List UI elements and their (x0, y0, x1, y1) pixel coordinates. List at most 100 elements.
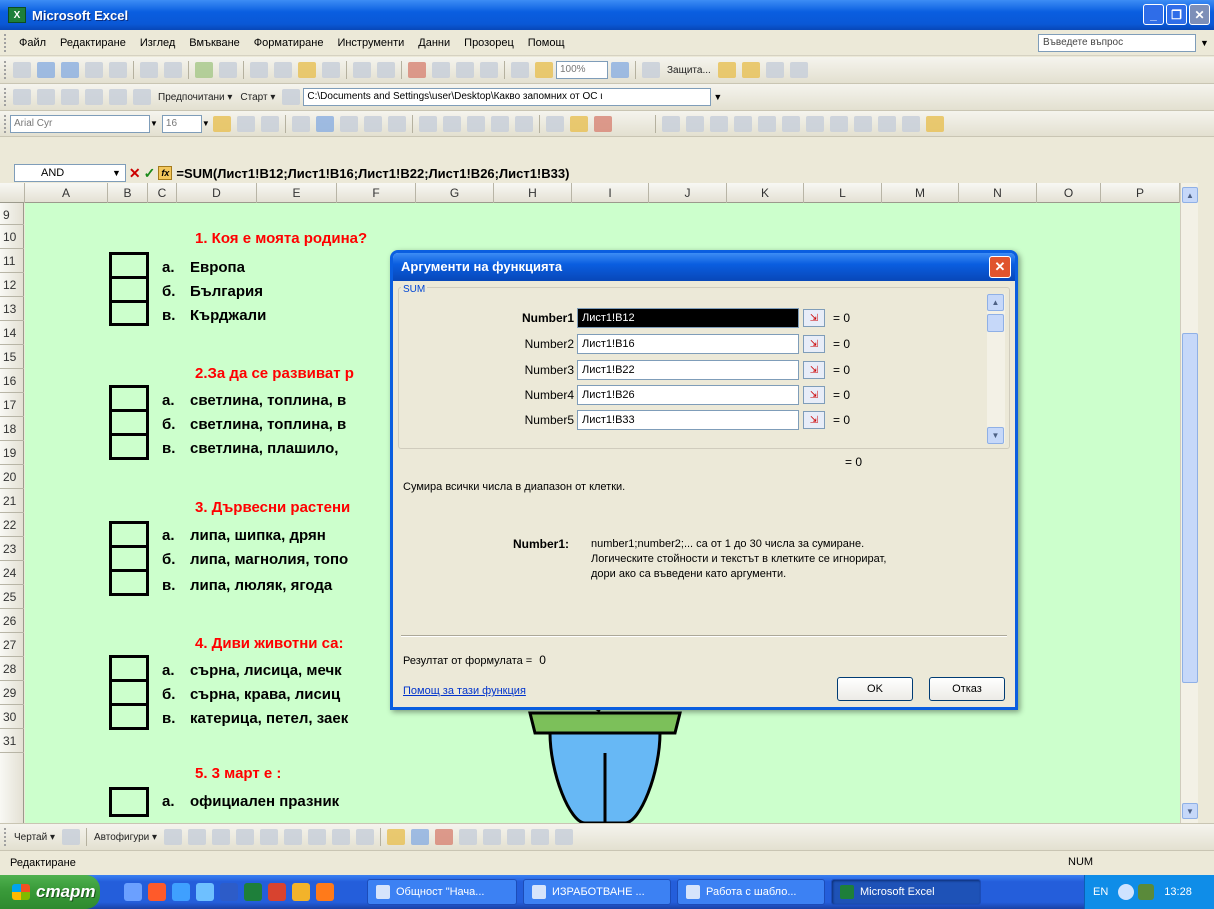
row-header[interactable]: 21 (0, 489, 24, 513)
menu-format[interactable]: Форматиране (247, 37, 331, 49)
answer-text[interactable]: България (190, 283, 263, 300)
new-icon[interactable] (13, 62, 31, 78)
question-title[interactable]: 5. 3 март е : (195, 765, 281, 782)
row-header[interactable]: 26 (0, 609, 24, 633)
row-header[interactable]: 28 (0, 657, 24, 681)
search-web-icon[interactable] (133, 89, 151, 105)
align-left-icon[interactable] (291, 115, 310, 132)
rectangle-icon[interactable] (212, 829, 231, 845)
textbox-icon[interactable] (260, 829, 279, 845)
row-header[interactable]: 22 (0, 513, 24, 537)
currency-icon[interactable] (418, 115, 437, 132)
answer-box[interactable] (109, 300, 149, 326)
word-icon[interactable] (220, 883, 238, 901)
menu-tools[interactable]: Инструменти (330, 37, 411, 49)
close-icon[interactable]: ✕ (989, 256, 1011, 278)
3d-icon[interactable] (555, 829, 574, 845)
argument-input[interactable]: Лист1!B22 (577, 360, 799, 380)
enter-icon[interactable]: ✓ (144, 165, 156, 182)
line-style-icon[interactable] (459, 829, 478, 845)
clock[interactable]: 13:28 (1164, 886, 1192, 898)
insert-function-icon[interactable]: fx (158, 166, 173, 180)
dialog-title[interactable]: Аргументи на функцията (393, 253, 1015, 281)
quicklaunch-icon[interactable] (148, 883, 166, 901)
row-header[interactable]: 13 (0, 297, 24, 321)
minimize-button[interactable]: _ (1143, 4, 1164, 25)
row-header[interactable]: 10 (0, 225, 24, 249)
menu-window[interactable]: Прозорец (457, 37, 521, 49)
taskbar-button[interactable]: ИЗРАБОТВАНЕ ... (523, 879, 671, 905)
answer-box[interactable] (109, 276, 149, 303)
column-header[interactable]: A (25, 183, 108, 203)
column-header[interactable]: O (1037, 183, 1101, 203)
draw-menu[interactable]: Чертай ▾ (10, 832, 59, 843)
percent-icon[interactable] (442, 115, 461, 132)
paste-icon[interactable] (298, 62, 316, 78)
ok-button[interactable]: OK (837, 677, 913, 701)
font-size-select[interactable]: 16 (161, 114, 202, 133)
answer-text[interactable]: светлина, плашило, (190, 440, 338, 457)
powerpoint-icon[interactable] (268, 883, 286, 901)
protect-label[interactable]: Защита... (663, 65, 715, 76)
collapse-dialog-icon[interactable]: ⇲ (803, 309, 825, 327)
column-header[interactable]: D (177, 183, 257, 203)
play-icon[interactable] (642, 62, 660, 78)
go-menu[interactable]: Старт ▾ (236, 92, 279, 103)
format-painter-icon[interactable] (322, 62, 340, 78)
answer-text[interactable]: светлина, топлина, в (190, 392, 346, 409)
list-icon[interactable] (781, 115, 800, 132)
merge-center-icon[interactable] (363, 115, 382, 132)
properties-icon[interactable] (925, 115, 944, 132)
taskbar-button-active[interactable]: Microsoft Excel (831, 879, 981, 905)
drawing-icon[interactable] (535, 62, 553, 78)
menu-view[interactable]: Изглед (133, 37, 182, 49)
align-center-icon[interactable] (315, 115, 334, 132)
row-header[interactable]: 29 (0, 681, 24, 705)
zoom-select[interactable]: 100% (556, 61, 608, 79)
line-color-icon[interactable] (411, 829, 430, 845)
collapse-dialog-icon[interactable]: ⇲ (803, 411, 825, 429)
shadow-icon[interactable] (531, 829, 550, 845)
underline-icon[interactable] (260, 115, 279, 132)
argument-input[interactable]: Лист1!B12 (577, 308, 799, 328)
question-title[interactable]: 2.За да се развиват р (195, 365, 354, 382)
quicklaunch-icon[interactable] (124, 883, 142, 901)
row-header[interactable]: 30 (0, 705, 24, 729)
column-header[interactable]: P (1101, 183, 1180, 203)
answer-text[interactable]: липа, шипка, дрян (190, 527, 326, 544)
fill-color-icon[interactable] (387, 829, 406, 845)
fill-color-icon[interactable] (569, 115, 588, 132)
tray-icon[interactable] (1138, 884, 1155, 900)
clipart-icon[interactable] (332, 829, 351, 845)
chevron-down-icon[interactable]: ▼ (202, 119, 210, 128)
collapse-dialog-icon[interactable]: ⇲ (803, 386, 825, 404)
arrow-style-icon[interactable] (507, 829, 526, 845)
font-color-icon[interactable] (593, 115, 612, 132)
ie-icon[interactable] (196, 883, 214, 901)
row-header[interactable]: 23 (0, 537, 24, 561)
row-header[interactable]: 15 (0, 345, 24, 369)
row-header[interactable]: 11 (0, 249, 24, 273)
autosum-icon[interactable] (432, 62, 450, 78)
answer-box[interactable] (109, 521, 149, 548)
collapse-dialog-icon[interactable]: ⇲ (803, 335, 825, 353)
chevron-down-icon[interactable]: ▼ (112, 168, 121, 178)
favorites-menu[interactable]: Предпочитани ▾ (154, 92, 236, 103)
image-icon[interactable] (901, 115, 920, 132)
scroll-up-icon[interactable]: ▲ (987, 294, 1004, 311)
language-indicator[interactable]: EN (1093, 886, 1108, 898)
taskbar-button[interactable]: Работа с шабло... (677, 879, 825, 905)
window-title-bar[interactable]: X Microsoft Excel _ ❐ ✕ (0, 0, 1214, 30)
answer-text[interactable]: липа, магнолия, топо (190, 551, 348, 568)
argument-input[interactable]: Лист1!B33 (577, 410, 799, 430)
ask-question-input[interactable]: Въведете въпрос (1038, 34, 1196, 52)
answer-text[interactable]: сърна, крава, лисиц (190, 686, 340, 703)
start-button[interactable]: старт (0, 875, 100, 909)
vertical-scrollbar[interactable]: ▲ ▼ (1180, 183, 1198, 823)
scroll-down-icon[interactable]: ▼ (987, 427, 1004, 444)
save-icon[interactable] (61, 62, 79, 78)
review-icon[interactable] (765, 62, 784, 78)
formula-input[interactable]: =SUM(Лист1!B12;Лист1!B16;Лист1!B22;Лист1… (176, 166, 569, 181)
open-icon[interactable] (37, 62, 55, 78)
scrollbar-thumb[interactable] (987, 314, 1004, 332)
